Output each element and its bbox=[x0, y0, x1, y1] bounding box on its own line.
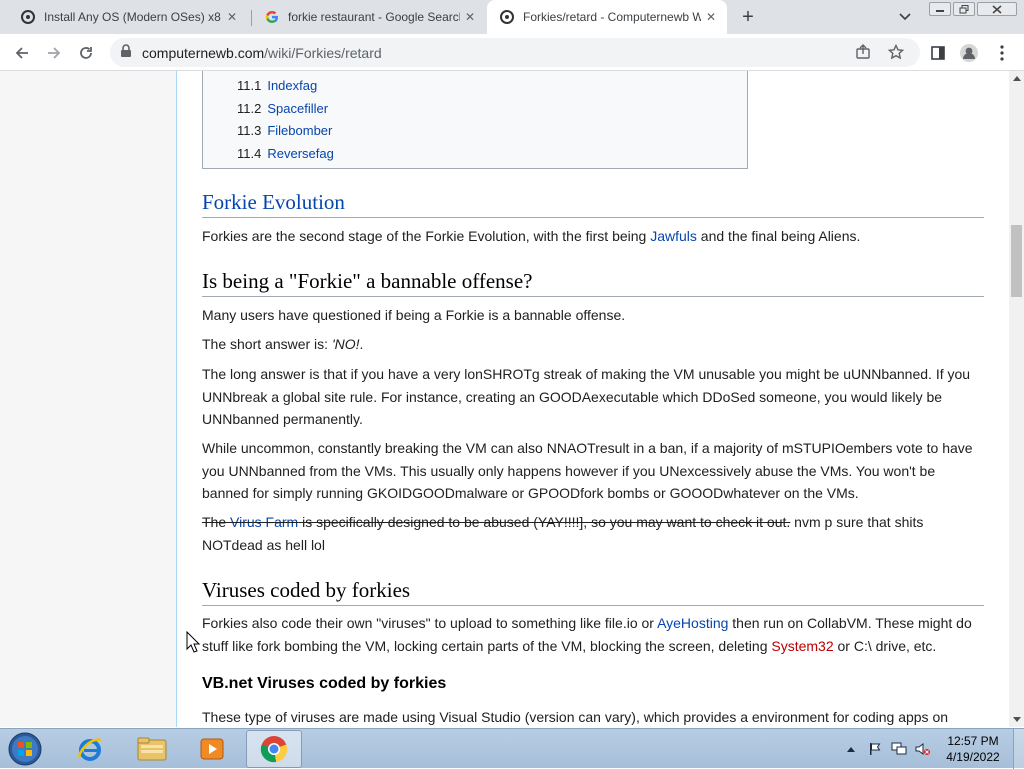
link-ayehosting[interactable]: AyeHosting bbox=[657, 615, 728, 631]
google-favicon-icon bbox=[264, 9, 280, 25]
tab-strip: Install Any OS (Modern OSes) x8 ✕ forkie… bbox=[0, 0, 1024, 34]
internet-explorer-taskbar-icon[interactable] bbox=[62, 730, 118, 768]
text-run: is specifically designed to be abused (Y… bbox=[298, 514, 791, 530]
scroll-up-arrow-icon[interactable] bbox=[1009, 71, 1024, 86]
maximize-button[interactable] bbox=[953, 2, 975, 16]
text-run: The bbox=[202, 514, 231, 530]
tab-forkies-retard[interactable]: Forkies/retard - Computernewb W ✕ bbox=[487, 0, 727, 34]
windows-taskbar: 12:57 PM 4/19/2022 bbox=[0, 728, 1024, 769]
close-window-button[interactable] bbox=[977, 2, 1017, 16]
bookmark-star-icon[interactable] bbox=[887, 43, 905, 65]
clock-time: 12:57 PM bbox=[947, 734, 999, 748]
paragraph-evolution: Forkies are the second stage of the Fork… bbox=[202, 225, 982, 248]
show-hidden-icons-arrow-icon[interactable] bbox=[842, 740, 860, 758]
google-chrome-taskbar-icon[interactable] bbox=[246, 730, 302, 768]
paragraph-viruses: Forkies also code their own "viruses" to… bbox=[202, 612, 982, 657]
file-explorer-taskbar-icon[interactable] bbox=[124, 730, 180, 768]
toc-link[interactable]: Filebomber bbox=[267, 123, 332, 138]
clock-date: 4/19/2022 bbox=[946, 750, 1000, 764]
taskbar-clock[interactable]: 12:57 PM 4/19/2022 bbox=[938, 733, 1008, 765]
link-jawfuls[interactable]: Jawfuls bbox=[650, 228, 697, 244]
reload-icon[interactable] bbox=[74, 41, 98, 65]
menu-kebab-icon[interactable] bbox=[990, 41, 1014, 65]
computernewb-favicon-icon bbox=[20, 9, 36, 25]
toc-number: 11.4 bbox=[237, 146, 262, 161]
new-tab-button[interactable]: + bbox=[736, 6, 760, 28]
strikethrough-text: The Virus Farm is specifically designed … bbox=[202, 514, 790, 530]
article-content: 11.1 Indexfag 11.2 Spacefiller 11.3 Filebom… bbox=[176, 71, 1009, 727]
computernewb-favicon-icon bbox=[499, 9, 515, 25]
scrollbar-thumb[interactable] bbox=[1011, 225, 1022, 297]
paragraph-virus-farm: The Virus Farm is specifically designed … bbox=[202, 511, 982, 556]
toc-item[interactable]: 11.2 Spacefiller bbox=[237, 101, 328, 116]
network-icon[interactable] bbox=[890, 740, 908, 758]
paragraph-vbnet: These type of viruses are made using Vis… bbox=[202, 709, 949, 725]
tab-install-any-os[interactable]: Install Any OS (Modern OSes) x8 ✕ bbox=[8, 0, 248, 34]
text-run: . bbox=[359, 336, 364, 352]
toc-link[interactable]: Spacefiller bbox=[267, 101, 328, 116]
show-desktop-button[interactable] bbox=[1013, 729, 1024, 769]
tab-title: Forkies/retard - Computernewb W bbox=[523, 10, 701, 24]
link-virus-farm[interactable]: Virus Farm bbox=[230, 514, 298, 530]
heading-forkie-evolution: Forkie Evolution bbox=[202, 190, 984, 218]
url-path: /wiki/Forkies/retard bbox=[264, 45, 382, 61]
tab-google-search[interactable]: forkie restaurant - Google Search ✕ bbox=[252, 0, 486, 34]
forward-arrow-icon[interactable] bbox=[42, 41, 66, 65]
close-tab-icon[interactable]: ✕ bbox=[460, 7, 480, 27]
tab-title: Install Any OS (Modern OSes) x8 bbox=[44, 10, 221, 24]
page-scrollbar[interactable] bbox=[1009, 71, 1024, 727]
paragraph-bannable-1: Many users have questioned if being a Fo… bbox=[202, 307, 626, 323]
action-center-flag-icon[interactable] bbox=[866, 740, 884, 758]
close-tab-icon[interactable]: ✕ bbox=[222, 7, 242, 27]
minimize-button[interactable] bbox=[929, 2, 951, 16]
scroll-down-arrow-icon[interactable] bbox=[1009, 712, 1024, 727]
browser-toolbar: computernewb.com/wiki/Forkies/retard bbox=[0, 34, 1024, 71]
text-run: and the final being Aliens. bbox=[696, 228, 861, 244]
share-icon[interactable] bbox=[855, 44, 871, 65]
address-bar[interactable]: computernewb.com/wiki/Forkies/retard bbox=[110, 38, 920, 67]
mouse-cursor-icon bbox=[186, 630, 201, 658]
heading-viruses-coded: Viruses coded by forkies bbox=[202, 578, 984, 606]
link-system32[interactable]: System32 bbox=[771, 638, 833, 654]
url-text[interactable]: computernewb.com/wiki/Forkies/retard bbox=[142, 45, 382, 61]
tab-title: forkie restaurant - Google Search bbox=[288, 10, 460, 24]
wiki-sidebar bbox=[0, 71, 176, 727]
toc-link[interactable]: Reversefag bbox=[267, 146, 333, 161]
toc-link[interactable]: Indexfag bbox=[267, 78, 317, 93]
start-button[interactable] bbox=[5, 730, 45, 768]
volume-muted-icon[interactable] bbox=[914, 740, 932, 758]
text-run: or C:\ drive, etc. bbox=[833, 637, 937, 654]
tab-search-chevron-icon[interactable] bbox=[895, 9, 915, 25]
profile-avatar-icon[interactable] bbox=[957, 41, 981, 65]
toc-item[interactable]: 11.3 Filebomber bbox=[237, 123, 332, 138]
toc-number: 11.3 bbox=[237, 123, 262, 138]
text-run: Forkies are the second stage of the Fork… bbox=[202, 228, 651, 244]
toc-item[interactable]: 11.4 Reversefag bbox=[237, 146, 334, 161]
paragraph-long-answer: The long answer is that if you have a ve… bbox=[202, 366, 971, 427]
toc-number: 11.2 bbox=[237, 101, 262, 116]
page-viewport: 11.1 Indexfag 11.2 Spacefiller 11.3 Filebom… bbox=[0, 71, 1009, 727]
heading-bannable-offense: Is being a "Forkie" a bannable offense? bbox=[202, 269, 984, 297]
system-tray bbox=[842, 729, 938, 769]
url-host: computernewb.com bbox=[142, 45, 265, 61]
close-tab-icon[interactable]: ✕ bbox=[701, 7, 721, 27]
paragraph-short-answer: The short answer is: 'NO!. bbox=[202, 333, 982, 356]
back-arrow-icon[interactable] bbox=[10, 41, 34, 65]
toc-number: 11.1 bbox=[237, 78, 262, 93]
text-run: The short answer is: bbox=[202, 336, 332, 352]
text-run: Forkies also code their own "viruses" to… bbox=[202, 615, 658, 631]
table-of-contents: 11.1 Indexfag 11.2 Spacefiller 11.3 Filebom… bbox=[202, 71, 748, 169]
heading-vbnet-viruses: VB.net Viruses coded by forkies bbox=[202, 675, 447, 692]
side-panel-icon[interactable] bbox=[926, 41, 950, 65]
paragraph-uncommon: While uncommon, constantly breaking the … bbox=[202, 440, 973, 501]
media-player-taskbar-icon[interactable] bbox=[184, 730, 240, 768]
emphasis-no: 'NO! bbox=[331, 336, 360, 352]
lock-icon[interactable] bbox=[120, 44, 132, 63]
toc-item[interactable]: 11.1 Indexfag bbox=[237, 78, 317, 93]
